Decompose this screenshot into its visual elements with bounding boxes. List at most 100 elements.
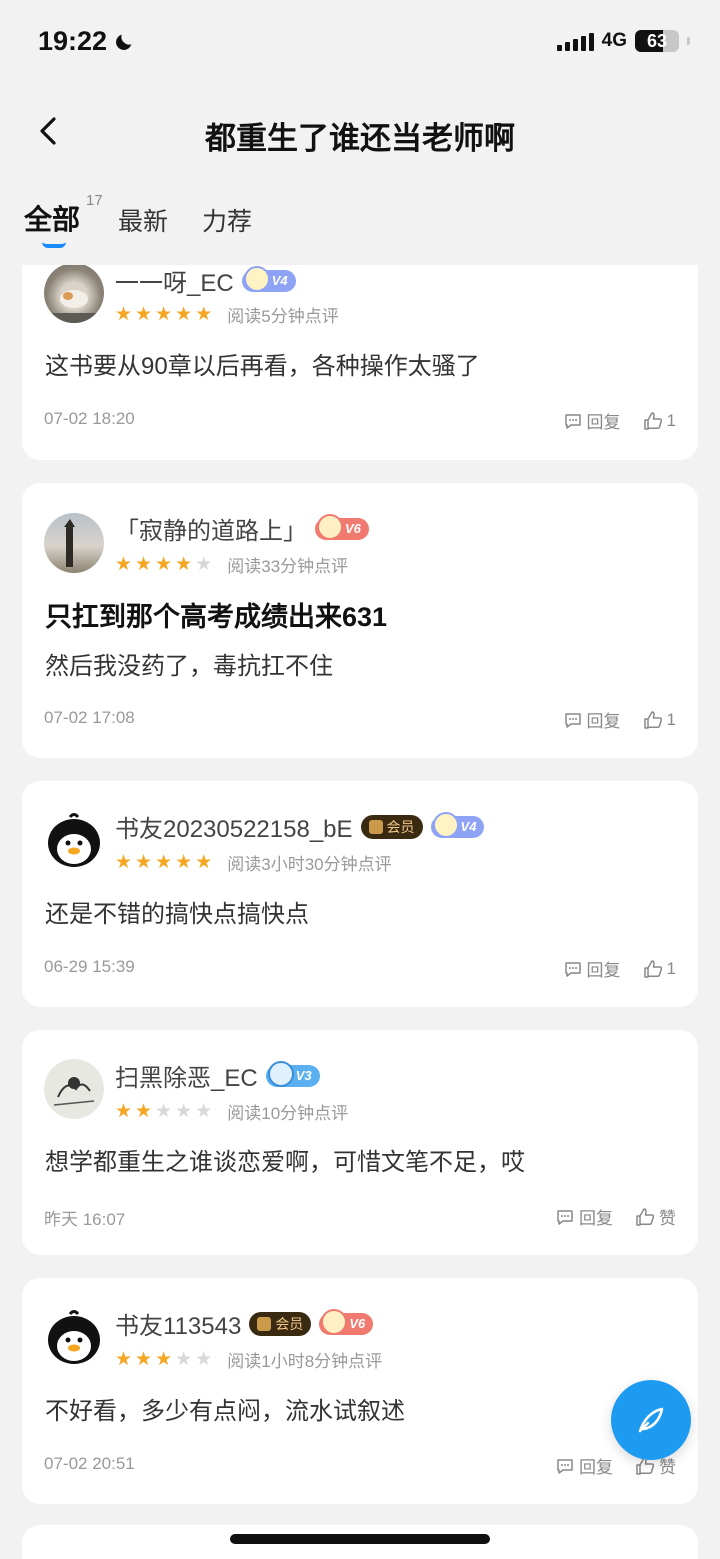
star-filled-icon: ★ [115, 851, 133, 873]
avatar[interactable] [44, 1308, 104, 1368]
username-row: 「寂静的道路上」 V6 [115, 511, 369, 546]
like-count: 1 [666, 410, 676, 430]
comment-card[interactable]: 书友20230522158_bE 会员 V4 ★ ★ ★ ★ ★ 阅读3小时30分钟点评… [22, 781, 698, 1007]
star-empty-icon: ★ [195, 1100, 213, 1122]
read-time: 阅读10分钟点评 [227, 1104, 349, 1123]
reply-icon [557, 1209, 573, 1225]
username[interactable]: 「寂静的道路上」 [115, 511, 307, 546]
reply-button[interactable]: 回复 [555, 1204, 613, 1229]
member-text: 会员 [386, 818, 415, 835]
reply-icon [557, 1458, 573, 1474]
star-filled-icon: ★ [175, 851, 193, 873]
avatar[interactable] [44, 265, 104, 323]
star-empty-icon: ★ [195, 553, 213, 575]
comment-actions: 回复 1 [563, 956, 676, 981]
star-empty-icon: ★ [155, 1100, 173, 1122]
home-indicator [230, 1534, 490, 1544]
level-badge: V6 [319, 1308, 374, 1335]
level-text: V3 [295, 1068, 312, 1083]
thumbs-up-icon [643, 411, 662, 430]
reply-button[interactable]: 回复 [563, 408, 621, 433]
moon-icon [116, 34, 132, 50]
tab-recommended[interactable]: 力荐 [202, 202, 252, 238]
network-type: 4G [601, 30, 627, 51]
clock-text: 19:22 [38, 26, 108, 56]
quill-pen-icon [638, 1407, 664, 1433]
avatar[interactable] [44, 811, 104, 871]
star-filled-icon: ★ [115, 303, 133, 325]
status-right: 4G 63 [556, 30, 690, 52]
star-rating: ★ ★ ★ ★ ★ [115, 305, 215, 325]
tab-latest-label: 最新 [118, 208, 169, 236]
comment-card[interactable]: 一一呀_EC V4 ★ ★ ★ ★ ★ 阅读5分钟点评 这书要从90章以后再看，各种操作… [22, 265, 698, 460]
thumbs-up-icon [643, 959, 662, 978]
star-filled-icon: ★ [115, 1100, 133, 1122]
write-review-button[interactable] [611, 1380, 691, 1460]
comment-date: 06-29 15:39 [44, 957, 135, 976]
username[interactable]: 书友113543 [115, 1306, 241, 1341]
comment-card[interactable]: 书友113543 会员 V6 ★ ★ ★ ★ ★ 阅读1小时8分钟点评 不好看，多少有点… [22, 1278, 698, 1504]
star-rating: ★ ★ ★ ★ ★ [115, 853, 215, 873]
reply-button[interactable]: 回复 [563, 707, 621, 732]
signal-icon [556, 31, 594, 51]
reply-icon [564, 712, 581, 728]
like-button[interactable]: 1 [643, 411, 676, 431]
comment-content: 不好看，多少有点闷，流水试叙述 [45, 1398, 405, 1425]
comment-actions: 回复 赞 [555, 1204, 676, 1229]
tab-all-label: 全部 [24, 204, 81, 235]
comment-date: 07-02 20:51 [44, 1454, 135, 1473]
tab-latest[interactable]: 最新 [118, 202, 168, 238]
username[interactable]: 书友20230522158_bE [115, 809, 353, 844]
like-count: 1 [666, 709, 676, 729]
comment-card[interactable]: 扫黑除恶_EC V3 ★ ★ ★ ★ ★ 阅读10分钟点评 想学都重生之谁谈恋爱啊，可惜… [22, 1030, 698, 1255]
tab-all[interactable]: 全部 17 [24, 192, 103, 248]
star-filled-icon: ★ [135, 553, 153, 575]
comment-content: 这书要从90章以后再看，各种操作太骚了 [45, 353, 480, 380]
comment-card[interactable]: 「寂静的道路上」 V6 ★ ★ ★ ★ ★ 阅读33分钟点评 只扛到那个高考成绩出来63… [22, 483, 698, 758]
reply-button[interactable]: 回复 [563, 956, 621, 981]
username[interactable]: 一一呀_EC [115, 265, 234, 298]
star-filled-icon: ★ [175, 553, 193, 575]
member-badge: 会员 [360, 814, 423, 839]
star-filled-icon: ★ [135, 851, 153, 873]
reply-label: 回复 [579, 1458, 613, 1477]
comment-date: 07-02 18:20 [44, 409, 135, 428]
rating-row: ★ ★ ★ ★ ★ 阅读33分钟点评 [115, 552, 348, 577]
star-rating: ★ ★ ★ ★ ★ [115, 1350, 215, 1370]
star-filled-icon: ★ [155, 1348, 173, 1370]
battery-level: 63 [646, 31, 668, 51]
read-time: 阅读3小时30分钟点评 [227, 855, 392, 874]
username-row: 一一呀_EC V4 [115, 265, 296, 298]
reply-label: 回复 [586, 712, 621, 731]
thumbs-up-icon [643, 710, 662, 729]
username-row: 书友113543 会员 V6 [115, 1306, 374, 1341]
username[interactable]: 扫黑除恶_EC [115, 1058, 258, 1093]
star-filled-icon: ★ [135, 1100, 153, 1122]
star-rating: ★ ★ ★ ★ ★ [115, 555, 215, 575]
active-tab-indicator [42, 242, 66, 248]
avatar[interactable] [44, 513, 104, 573]
like-button[interactable]: 1 [643, 959, 676, 979]
username-row: 书友20230522158_bE 会员 V4 [115, 809, 485, 844]
avatar[interactable] [44, 1059, 104, 1119]
rating-row: ★ ★ ★ ★ ★ 阅读1小时8分钟点评 [115, 1347, 382, 1372]
like-count: 1 [666, 958, 676, 978]
nav-bar: 都重生了谁还当老师啊 [0, 95, 720, 170]
reply-button[interactable]: 回复 [555, 1453, 613, 1478]
like-button[interactable]: 赞 [635, 1204, 676, 1229]
like-button[interactable]: 1 [643, 710, 676, 730]
star-filled-icon: ★ [195, 303, 213, 325]
level-badge: V6 [315, 513, 369, 540]
comment-list[interactable]: 一一呀_EC V4 ★ ★ ★ ★ ★ 阅读5分钟点评 这书要从90章以后再看，各种操作… [0, 265, 720, 1559]
member-badge: 会员 [249, 1311, 312, 1336]
level-text: V6 [349, 1316, 366, 1331]
reply-label: 回复 [586, 413, 621, 432]
like-count: 赞 [659, 1209, 676, 1228]
reply-icon [564, 413, 581, 429]
star-filled-icon: ★ [175, 303, 193, 325]
member-text: 会员 [275, 1315, 304, 1332]
star-filled-icon: ★ [115, 553, 133, 575]
star-rating: ★ ★ ★ ★ ★ [115, 1102, 215, 1122]
status-time: 19:22 [38, 26, 135, 57]
star-filled-icon: ★ [115, 1348, 133, 1370]
